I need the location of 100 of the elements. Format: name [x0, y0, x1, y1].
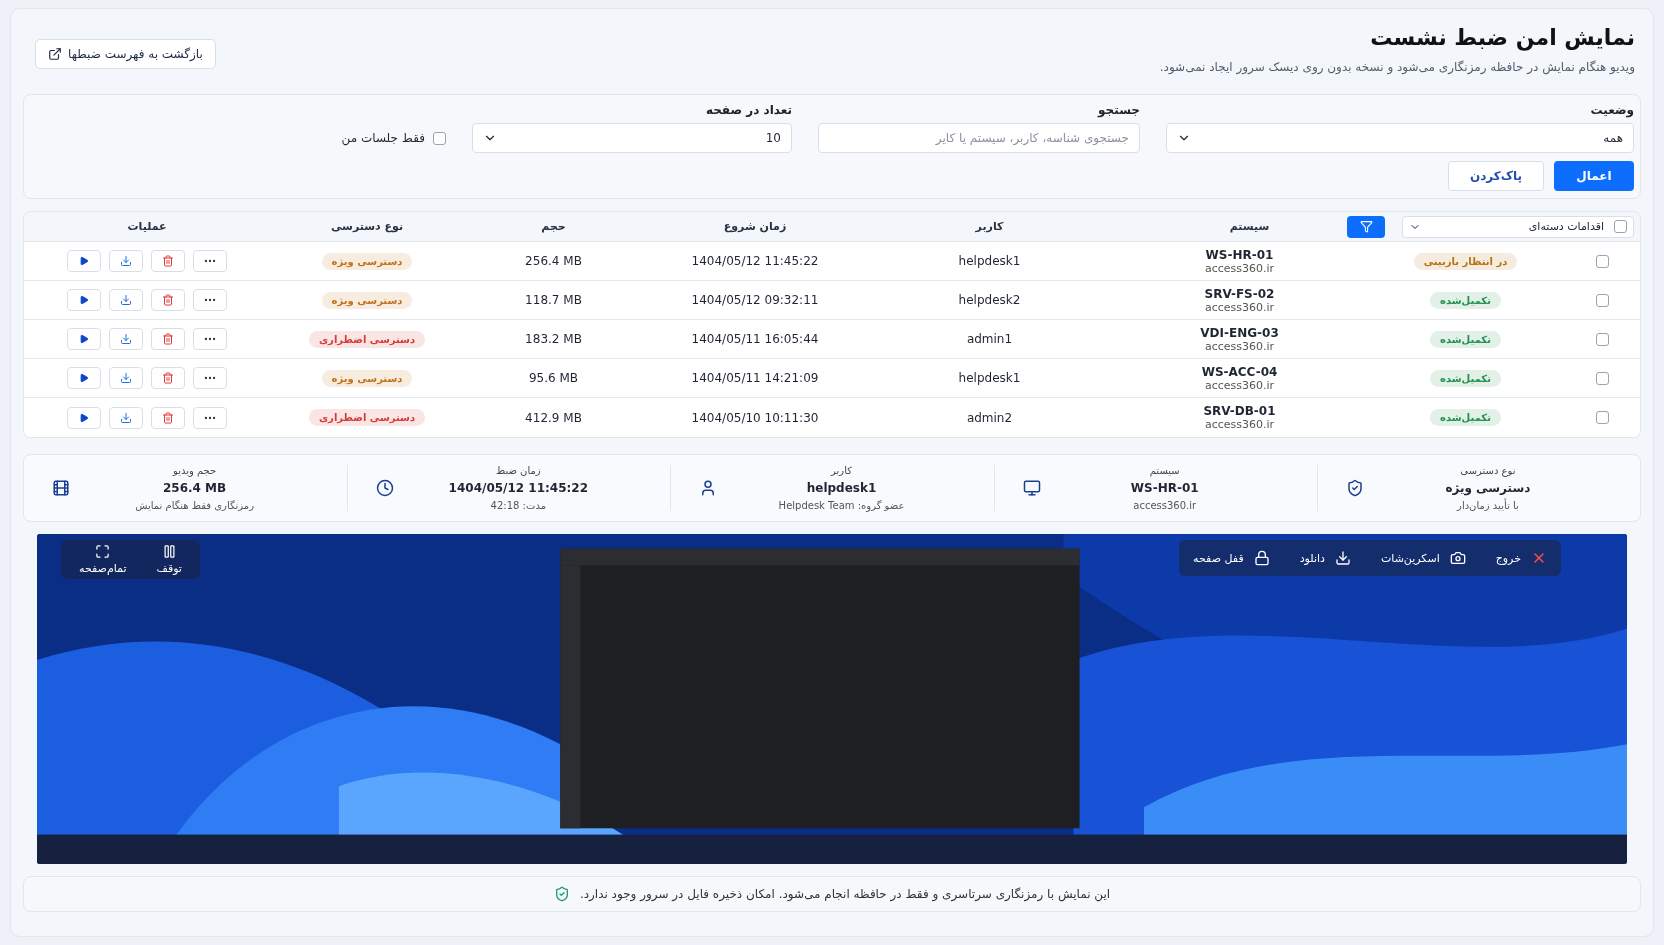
play-icon	[79, 334, 89, 344]
table-cell-text: 1404/05/12 09:32:11	[690, 293, 820, 307]
status-badge: تکمیل‌شده	[1430, 369, 1501, 387]
access-badge: دسترسی اضطراری	[308, 330, 426, 348]
player-control[interactable]: قفل صفحه	[1193, 546, 1270, 570]
detail-label: حجم ویدیو	[172, 465, 217, 476]
domain-text: access360.ir	[1204, 261, 1275, 275]
system-name: VDI-ENG-03	[1200, 325, 1279, 340]
download-button[interactable]	[109, 328, 143, 350]
detail-label: نوع دسترسی	[1460, 465, 1516, 476]
play-button[interactable]	[67, 328, 101, 350]
detail-label: سیستم	[1149, 465, 1180, 476]
system-name: SRV-DB-01	[1203, 404, 1276, 418]
domain-text: access360.ir	[1204, 378, 1275, 392]
detail-label: کاربر	[831, 465, 852, 476]
download-button[interactable]	[109, 250, 143, 272]
checkbox[interactable]	[1595, 371, 1609, 385]
column-header: زمان شروع	[722, 220, 788, 233]
download-icon	[120, 333, 132, 345]
field-label: تعداد در صفحه	[704, 103, 792, 117]
search-field[interactable]: جستجوی شناسه، کاربر، سیستم یا کایر	[818, 123, 1140, 153]
download-button[interactable]	[109, 367, 143, 389]
delete-button[interactable]	[151, 328, 185, 350]
table-cell-text: 1404/05/11 16:05:44	[690, 332, 820, 346]
filter-button[interactable]	[1347, 215, 1385, 238]
system-name: WS-ACC-04	[1201, 364, 1278, 379]
monitor-icon	[1022, 479, 1041, 497]
page-subtitle: ویدیو هنگام نمایش در حافظه رمزنگاری می‌شود و نسخه بدون روی دیسک سرور ایجاد نمی‌شود.	[1159, 60, 1635, 74]
detail-value: helpdesk1	[806, 481, 877, 495]
external-link-icon	[48, 47, 62, 61]
checkbox[interactable]	[1595, 411, 1609, 424]
player-control[interactable]: خروج	[1495, 546, 1547, 570]
column-header: حجم	[540, 220, 567, 233]
domain-text: access360.ir	[1204, 418, 1275, 431]
system-name: WS-HR-01	[1205, 247, 1274, 262]
table-cell-text: 1404/05/12 11:45:22	[690, 254, 820, 268]
clock-icon	[376, 479, 395, 497]
status-select[interactable]: همه	[1166, 123, 1634, 153]
checkbox[interactable]	[1595, 254, 1609, 268]
delete-button[interactable]	[151, 406, 185, 429]
shield-check-icon	[553, 886, 570, 902]
detail-label: زمان ضبط	[495, 465, 541, 476]
delete-button[interactable]	[151, 250, 185, 272]
download-icon	[120, 372, 132, 384]
player-control[interactable]: توقف	[156, 544, 182, 575]
camera-icon	[1449, 550, 1466, 566]
apply-button[interactable]: اعمال	[1554, 161, 1634, 191]
checkbox[interactable]	[433, 131, 446, 145]
table-cell-text: helpdesk1	[957, 254, 1022, 268]
table-cell-text: 256.4 MB	[524, 254, 583, 268]
checkbox[interactable]	[1614, 220, 1627, 233]
field-label: جستجو	[1096, 103, 1140, 117]
access-badge: دسترسی ویژه	[321, 369, 413, 387]
download-icon	[120, 255, 132, 267]
detail-value: دسترسی ویژه	[1445, 481, 1531, 495]
play-button[interactable]	[67, 289, 101, 311]
status-badge: تکمیل‌شده	[1430, 330, 1501, 348]
bulk-actions-select[interactable]: اقدامات دسته‌ای	[1402, 215, 1634, 238]
trash-icon	[162, 255, 174, 267]
play-button[interactable]	[67, 367, 101, 389]
access-badge: دسترسی اضطراری	[308, 409, 426, 426]
delete-button[interactable]	[151, 289, 185, 311]
download-button[interactable]	[109, 406, 143, 429]
page-size-select[interactable]: 10	[472, 123, 792, 153]
play-button[interactable]	[67, 406, 101, 429]
detail-value: 1404/05/12 11:45:22	[448, 481, 589, 495]
play-icon	[79, 373, 89, 383]
download-icon	[120, 411, 132, 424]
column-header: کاربر	[974, 220, 1005, 233]
delete-button[interactable]	[151, 367, 185, 389]
player-control[interactable]: تمام‌صفحه	[79, 544, 127, 575]
footer-note: این نمایش با رمزنگاری سرتاسری و فقط در حافظه انجام می‌شود. امکان ذخیره فایل در سرور وجود ندارد.	[579, 887, 1111, 901]
table-cell-text: 118.7 MB	[524, 293, 583, 307]
table-cell-text: admin1	[965, 332, 1014, 346]
detail-value: WS-HR-01	[1130, 481, 1199, 495]
shield-check-icon	[1345, 479, 1364, 497]
detail-note: رمزنگاری فقط هنگام نمایش	[135, 500, 254, 511]
status-badge: تکمیل‌شده	[1430, 409, 1501, 426]
table-cell-text: 412.9 MB	[524, 410, 583, 425]
back-button[interactable]: بازگشت به فهرست ضبطها	[35, 39, 216, 69]
checkbox[interactable]	[1595, 293, 1609, 307]
play-icon	[79, 256, 89, 266]
detail-value: 256.4 MB	[163, 481, 227, 495]
trash-icon	[162, 333, 174, 345]
lock-icon	[1253, 550, 1270, 566]
clear-button[interactable]: پاک‌کردن	[1448, 161, 1544, 191]
player-control[interactable]: اسکرین‌شات	[1380, 546, 1466, 570]
player-control[interactable]: دانلود	[1299, 546, 1351, 570]
detail-note: عضو گروه: Helpdesk Team	[778, 500, 905, 511]
status-badge: تکمیل‌شده	[1430, 291, 1501, 309]
filter-icon	[1359, 220, 1373, 233]
pause-icon	[161, 544, 177, 559]
checkbox[interactable]	[1595, 332, 1609, 346]
trash-icon	[162, 372, 174, 384]
download-button[interactable]	[109, 289, 143, 311]
film-icon	[52, 479, 70, 497]
column-header: نوع دسترسی	[329, 220, 405, 233]
play-button[interactable]	[67, 250, 101, 272]
table-cell-text: 1404/05/10 10:11:30	[690, 410, 820, 425]
detail-note: access360.ir	[1133, 500, 1197, 511]
